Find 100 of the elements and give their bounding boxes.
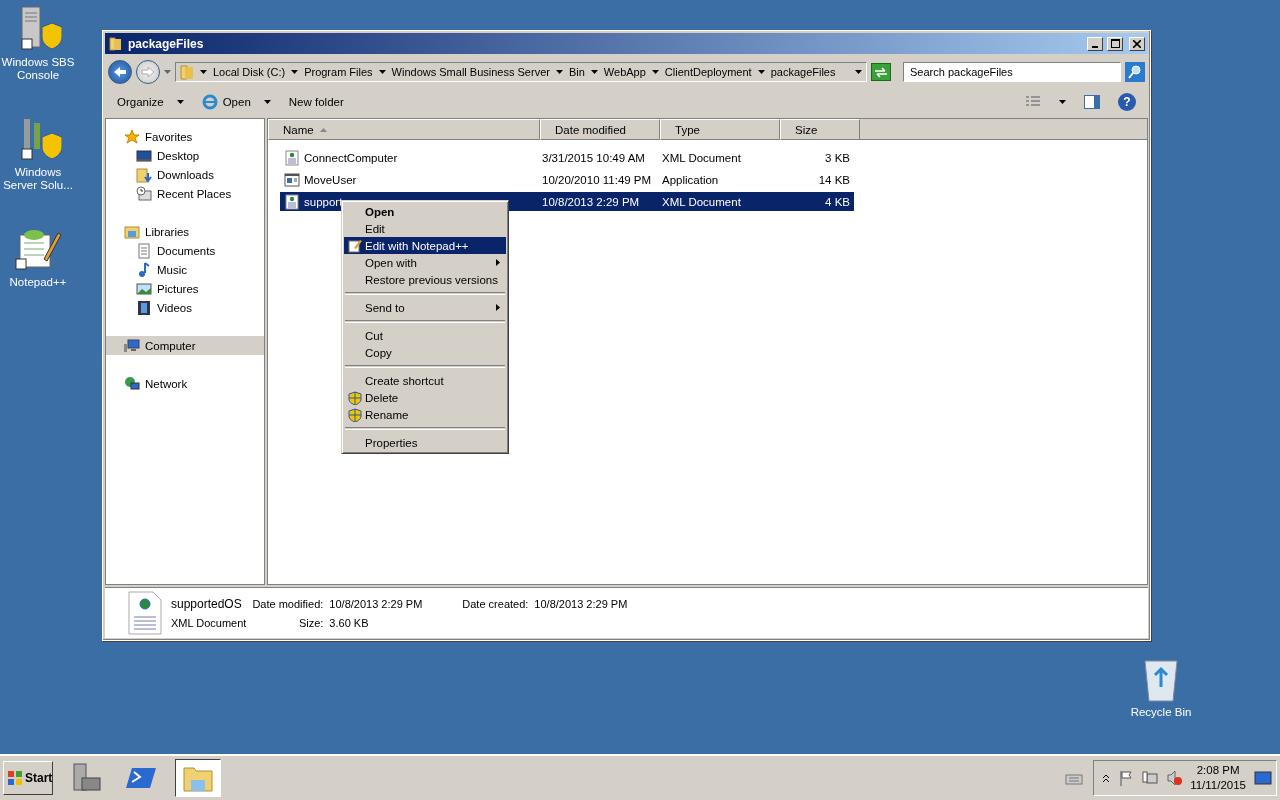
breadcrumb[interactable]: packageFiles — [757, 66, 836, 78]
windows-logo-icon — [7, 770, 23, 786]
toolbar-button[interactable]: Organize — [117, 96, 184, 108]
caret-icon — [855, 70, 862, 74]
menu-item[interactable]: Rename — [344, 406, 506, 423]
recent-pages-button[interactable] — [164, 70, 171, 74]
folder-icon — [108, 35, 124, 52]
file-row[interactable]: ConnectComputer 3/31/2015 10:49 AM XML Document 3 KB — [280, 148, 854, 167]
menu-item[interactable]: Cut — [344, 327, 506, 344]
address-bar[interactable]: Local Disk (C:) Program Files Windows Small Business Server Bin WebApp ClientDeployment packageFiles — [175, 62, 867, 82]
network-icon — [124, 375, 140, 392]
caret-icon — [200, 70, 207, 74]
breadcrumb[interactable]: Local Disk (C:) — [200, 66, 286, 78]
close-button[interactable] — [1129, 36, 1145, 51]
xml-file-icon — [284, 193, 300, 210]
forward-button[interactable] — [136, 60, 160, 84]
caret-icon — [1059, 100, 1066, 104]
caret-icon — [164, 70, 171, 74]
desktop-icon-label[interactable]: Recycle Bin — [1130, 706, 1192, 719]
detail-file-name: supportedOS — [171, 597, 243, 611]
caret-icon — [378, 70, 386, 74]
minimize-icon — [1092, 45, 1098, 48]
menu-item[interactable]: Edit with Notepad++ — [344, 237, 506, 254]
nav-item[interactable]: Videos — [106, 298, 264, 317]
column-header[interactable]: Type — [660, 119, 780, 140]
star-icon — [124, 128, 140, 145]
view-menu-button[interactable] — [1059, 100, 1066, 104]
search-button[interactable] — [1125, 62, 1145, 82]
caret-icon — [263, 100, 271, 104]
menu-item[interactable]: Copy — [344, 344, 506, 361]
browser-e-icon — [201, 94, 218, 110]
table-cell: XML Document — [662, 195, 741, 208]
server-toolbox-icon — [70, 762, 102, 794]
file-name: ConnectComputer — [304, 151, 398, 164]
nav-item[interactable]: Documents — [106, 241, 264, 260]
detail-label: Size: — [297, 617, 324, 629]
menu-item[interactable]: Restore previous versions — [344, 271, 506, 288]
breadcrumb[interactable]: Windows Small Business Server — [378, 66, 550, 78]
menu-item[interactable]: Create shortcut — [344, 372, 506, 389]
folder-icon — [180, 64, 194, 80]
detail-value: 10/8/2013 2:29 PM — [329, 598, 423, 610]
start-button[interactable]: Start — [3, 761, 53, 795]
show-hidden-icons-button[interactable] — [1102, 773, 1111, 783]
submenu-arrow-icon — [496, 304, 500, 311]
document-icon — [136, 242, 152, 259]
search-icon — [1125, 62, 1145, 82]
nav-item[interactable]: Downloads — [106, 165, 264, 184]
menu-item[interactable]: Edit — [344, 220, 506, 237]
table-cell: 10/8/2013 2:29 PM — [542, 195, 640, 208]
toolbar-button[interactable]: Open — [201, 94, 271, 110]
desktop-icon — [136, 147, 152, 164]
nav-item[interactable]: Favorites — [106, 127, 264, 146]
details-view-icon — [1025, 95, 1041, 109]
taskbar-button[interactable] — [175, 759, 221, 797]
column-header[interactable]: Date modified — [540, 119, 660, 140]
breadcrumb[interactable]: Program Files — [291, 66, 373, 78]
help-button[interactable]: ? — [1118, 93, 1136, 111]
computer-icon — [124, 337, 140, 354]
search-field[interactable]: Search packageFiles — [903, 62, 1121, 82]
breadcrumb[interactable]: ClientDeployment — [651, 66, 752, 78]
close-icon — [1133, 39, 1141, 48]
detail-value: 10/8/2013 2:29 PM — [534, 598, 628, 610]
breadcrumb[interactable]: Bin — [555, 66, 585, 78]
sort-arrow-icon — [319, 127, 327, 132]
show-desktop-icon — [1254, 770, 1272, 786]
column-header[interactable]: Size — [780, 119, 860, 140]
file-name: support — [304, 195, 343, 208]
chevron-up-icon — [1102, 773, 1111, 783]
flag-icon — [1118, 770, 1135, 786]
xml-file-icon — [127, 591, 163, 635]
notepad-icon — [347, 238, 362, 253]
nav-item[interactable]: Desktop — [106, 146, 264, 165]
maximize-button[interactable] — [1107, 36, 1123, 51]
refresh-icon — [871, 63, 891, 81]
refresh-button[interactable] — [871, 63, 891, 81]
menu-item[interactable]: Send to — [344, 299, 506, 316]
desktop-icon-label[interactable]: Windows Server Solu... — [0, 166, 76, 192]
menu-item[interactable]: Properties — [344, 434, 506, 451]
toolbar-button[interactable]: New folder — [288, 96, 344, 108]
preview-pane-button[interactable] — [1084, 95, 1100, 109]
nav-item[interactable]: Computer — [106, 336, 264, 355]
forward-arrow-icon — [141, 66, 155, 78]
submenu-arrow-icon — [496, 259, 500, 266]
column-header[interactable]: Name — [268, 119, 540, 140]
menu-item[interactable]: Open with — [344, 254, 506, 271]
recent-places-icon — [136, 185, 152, 202]
nav-item[interactable]: Music — [106, 260, 264, 279]
nav-item[interactable]: Network — [106, 374, 264, 393]
window-title: packageFiles — [128, 36, 205, 51]
nav-item[interactable]: Pictures — [106, 279, 264, 298]
desktop-icon-label[interactable]: Notepad++ — [9, 276, 67, 289]
clock[interactable]: 2:08 PM 11/11/2015 — [1190, 763, 1246, 793]
nav-item[interactable]: Recent Places — [106, 184, 264, 203]
back-button[interactable] — [108, 60, 132, 84]
nav-item[interactable]: Libraries — [106, 222, 264, 241]
desktop-icon-label[interactable]: Windows SBS Console — [0, 56, 76, 82]
file-row[interactable]: MoveUser 10/20/2010 11:49 PM Application 14 KB — [280, 170, 854, 189]
breadcrumb[interactable]: WebApp — [590, 66, 646, 78]
minimize-button[interactable] — [1087, 36, 1103, 51]
menu-item[interactable]: Delete — [344, 389, 506, 406]
